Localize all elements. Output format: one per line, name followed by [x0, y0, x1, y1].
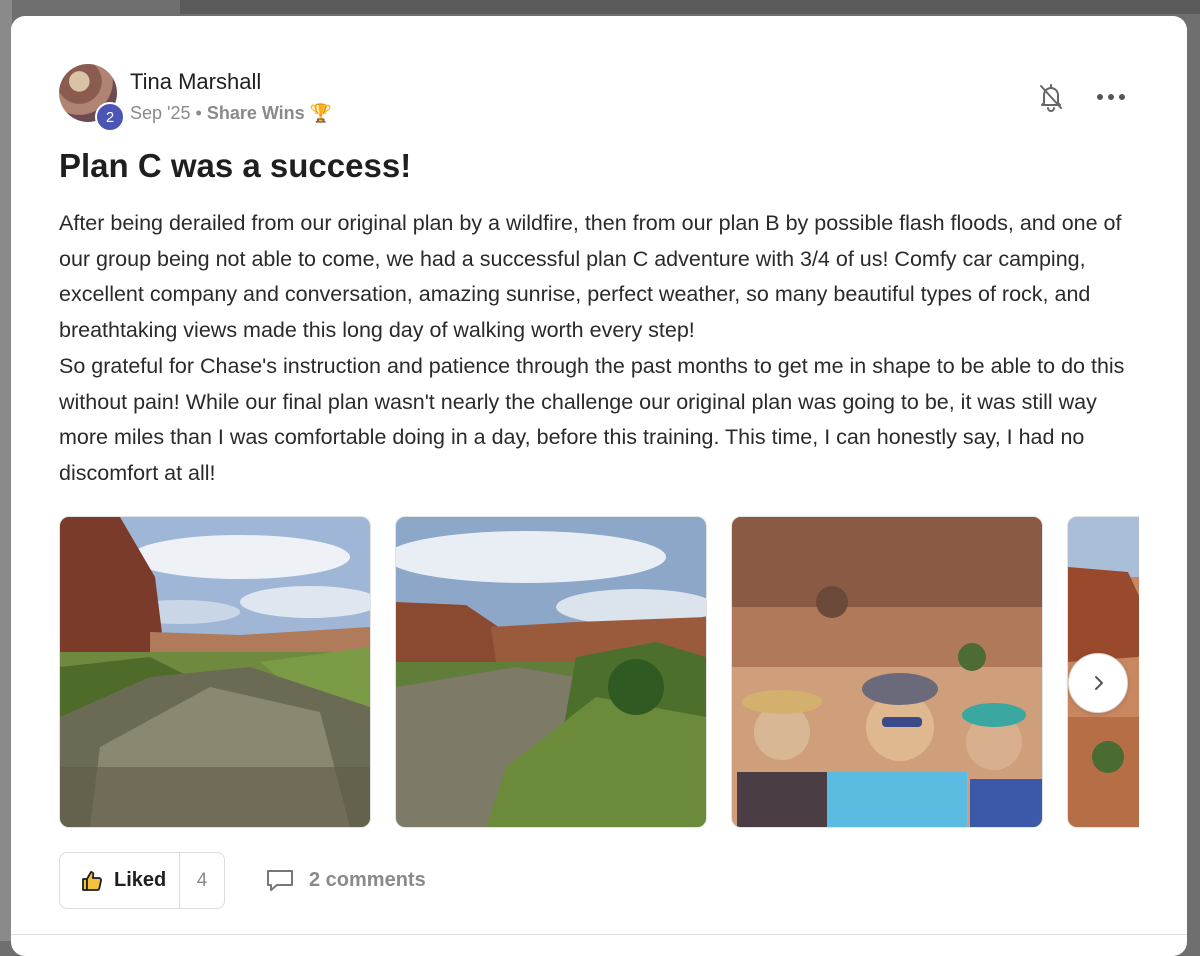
comments-label: 2 comments — [309, 868, 426, 891]
more-dot — [1119, 94, 1125, 100]
comment-icon — [267, 870, 293, 891]
post-modal: 2 Tina Marshall Sep '25 • Share Wins 🏆 P… — [11, 16, 1187, 956]
level-badge: 2 — [95, 102, 125, 132]
author-name[interactable]: Tina Marshall — [130, 69, 261, 95]
meta-separator: • — [195, 103, 202, 123]
river-cliffs-photo[interactable] — [395, 516, 707, 828]
more-dot — [1097, 94, 1103, 100]
post-paragraph: After being derailed from our original p… — [59, 211, 1122, 343]
category-link[interactable]: Share Wins — [207, 103, 305, 124]
more-dot — [1108, 94, 1114, 100]
thumbs-up-icon — [82, 870, 102, 891]
like-button[interactable]: Liked — [60, 853, 180, 908]
river-canyon-photo[interactable] — [59, 516, 371, 828]
gallery-next-button[interactable] — [1068, 653, 1128, 713]
post-meta: Sep '25 • Share Wins 🏆 — [130, 103, 332, 124]
bell-off-icon[interactable] — [1037, 82, 1065, 112]
like-group: Liked 4 — [59, 852, 225, 909]
trophy-icon: 🏆 — [309, 103, 333, 123]
like-label: Liked — [114, 869, 167, 891]
like-count[interactable]: 4 — [180, 870, 224, 892]
photo-gallery — [59, 516, 1139, 828]
background-bar — [180, 0, 1200, 14]
comments-button[interactable]: 2 comments — [265, 868, 426, 892]
post-date: Sep '25 — [130, 103, 191, 123]
chevron-right-icon — [1095, 676, 1103, 690]
divider — [11, 934, 1187, 935]
more-options-button[interactable] — [1097, 88, 1125, 106]
post-paragraph: So grateful for Chase's instruction and … — [59, 353, 1125, 485]
post-body: After being derailed from our original p… — [59, 206, 1149, 492]
post-title: Plan C was a success! — [59, 147, 412, 184]
hikers-selfie-photo[interactable] — [731, 516, 1043, 828]
